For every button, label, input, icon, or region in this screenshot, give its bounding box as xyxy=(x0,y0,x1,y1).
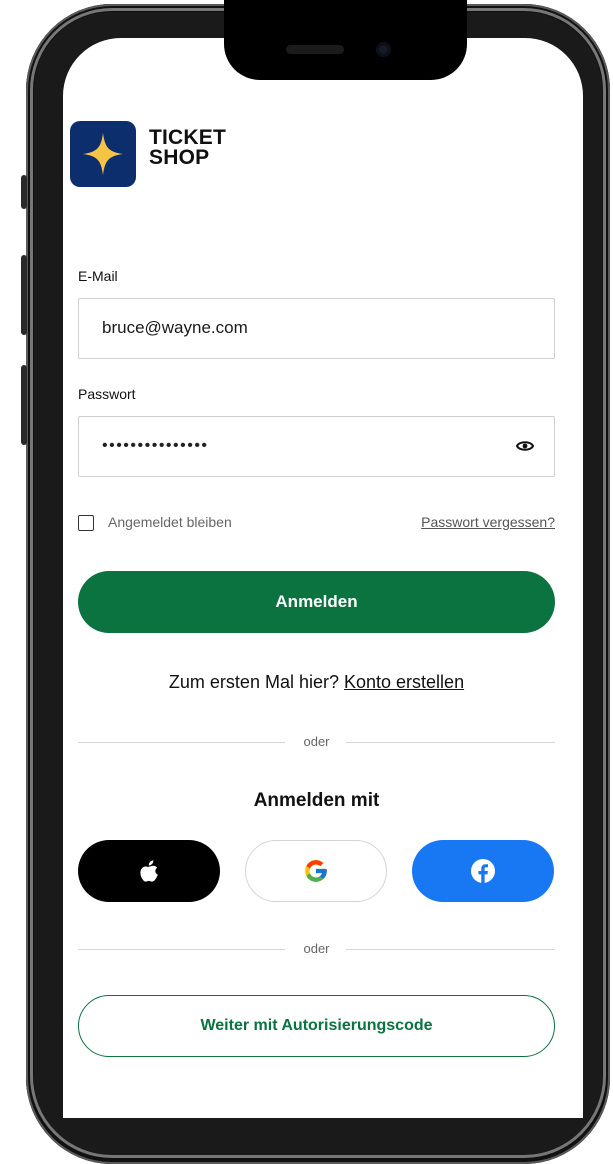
divider-or: oder xyxy=(78,732,555,752)
eye-icon[interactable] xyxy=(515,439,535,458)
authorization-code-button[interactable]: Weiter mit Autorisierungscode xyxy=(78,995,555,1057)
password-field[interactable]: ••••••••••••••• xyxy=(78,416,555,477)
remember-checkbox[interactable] xyxy=(78,515,94,531)
signup-prompt: Zum ersten Mal hier? Konto erstellen xyxy=(0,672,613,693)
speaker-grille xyxy=(286,45,344,54)
star-icon xyxy=(83,133,123,175)
volume-up-button xyxy=(21,255,27,335)
facebook-login-button[interactable] xyxy=(412,840,554,902)
apple-icon xyxy=(140,860,158,882)
divider-text: oder xyxy=(303,734,330,749)
forgot-password-link[interactable]: Passwort vergessen? xyxy=(421,514,555,530)
google-icon xyxy=(305,860,327,882)
front-camera xyxy=(376,42,391,57)
divider-or-2: oder xyxy=(78,939,555,959)
notch xyxy=(224,0,467,80)
email-value: bruce@wayne.com xyxy=(102,318,248,337)
password-label: Passwort xyxy=(78,386,136,402)
divider-text-2: oder xyxy=(303,941,330,956)
facebook-icon xyxy=(471,859,495,883)
signup-prompt-text: Zum ersten Mal hier? xyxy=(168,672,339,692)
remember-label: Angemeldet bleiben xyxy=(108,514,232,530)
email-label: E-Mail xyxy=(78,268,118,284)
email-field[interactable]: bruce@wayne.com xyxy=(78,298,555,359)
mute-switch xyxy=(21,175,27,209)
brand-name: TICKET SHOP xyxy=(149,126,227,169)
create-account-link[interactable]: Konto erstellen xyxy=(344,672,464,692)
brand-line-1: TICKET xyxy=(149,126,227,149)
login-button[interactable]: Anmelden xyxy=(78,571,555,633)
password-value: ••••••••••••••• xyxy=(102,437,209,454)
social-login-title: Anmelden mit xyxy=(253,790,380,811)
google-login-button[interactable] xyxy=(245,840,387,902)
app-logo xyxy=(70,121,136,187)
brand-line-2: SHOP xyxy=(149,146,210,169)
volume-down-button xyxy=(21,365,27,445)
apple-login-button[interactable] xyxy=(78,840,220,902)
